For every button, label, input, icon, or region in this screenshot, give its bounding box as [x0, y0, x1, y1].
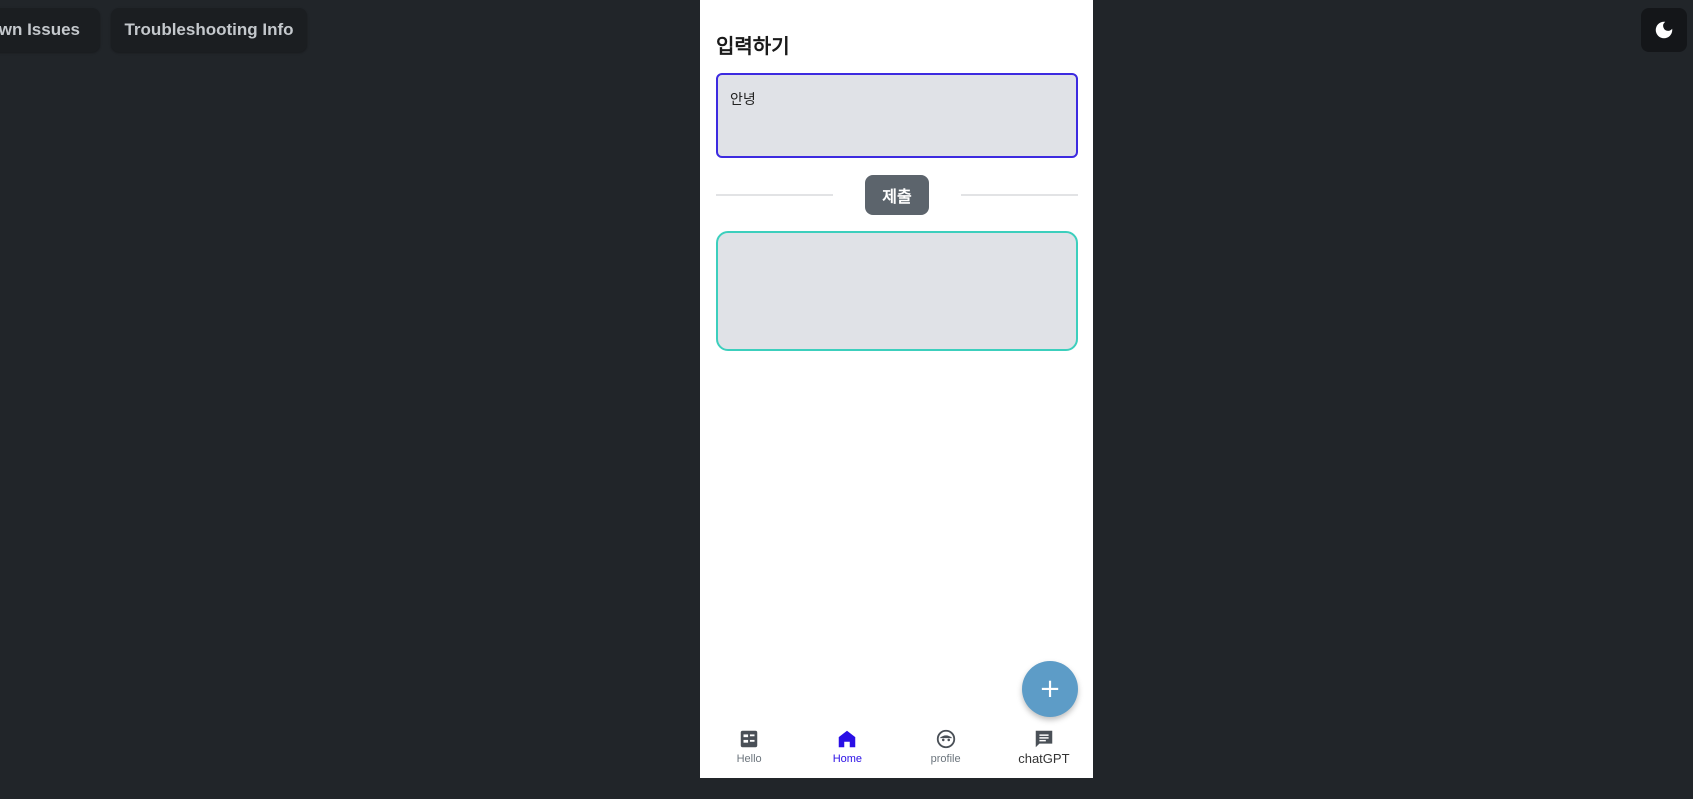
add-button[interactable]: + [1022, 661, 1078, 717]
known-issues-label: own Issues [0, 20, 80, 39]
submit-button[interactable]: 제출 [865, 175, 929, 215]
page-title: 입력하기 [716, 34, 790, 58]
phone-screen: 입력하기 제출 + Hello [700, 0, 1093, 778]
nav-label-profile: profile [930, 753, 961, 765]
list-icon [738, 728, 760, 750]
plus-icon: + [1039, 674, 1061, 704]
moon-icon [1655, 21, 1673, 39]
nav-label-chatgpt: chatGPT [1018, 751, 1070, 766]
nav-item-chatgpt[interactable]: chatGPT [995, 722, 1093, 778]
nav-label-home: Home [832, 753, 863, 765]
page: own Issues Troubleshooting Info 입력하기 제출 … [0, 0, 1693, 799]
theme-toggle-button[interactable] [1641, 8, 1687, 52]
bottom-nav: Hello Home profile chatGPT [700, 722, 1093, 778]
nav-item-profile[interactable]: profile [897, 722, 995, 778]
nav-label-hello: Hello [736, 753, 762, 765]
troubleshooting-info-button[interactable]: Troubleshooting Info [111, 8, 307, 52]
face-icon [935, 728, 957, 750]
text-input[interactable] [716, 73, 1078, 158]
known-issues-button[interactable]: own Issues [0, 8, 100, 52]
nav-item-home[interactable]: Home [798, 722, 896, 778]
divider-left [716, 194, 833, 196]
nav-item-hello[interactable]: Hello [700, 722, 798, 778]
output-box [716, 231, 1078, 351]
troubleshooting-info-label: Troubleshooting Info [124, 20, 294, 39]
chat-icon [1033, 728, 1055, 750]
divider-right [961, 194, 1078, 196]
home-icon [836, 728, 858, 750]
